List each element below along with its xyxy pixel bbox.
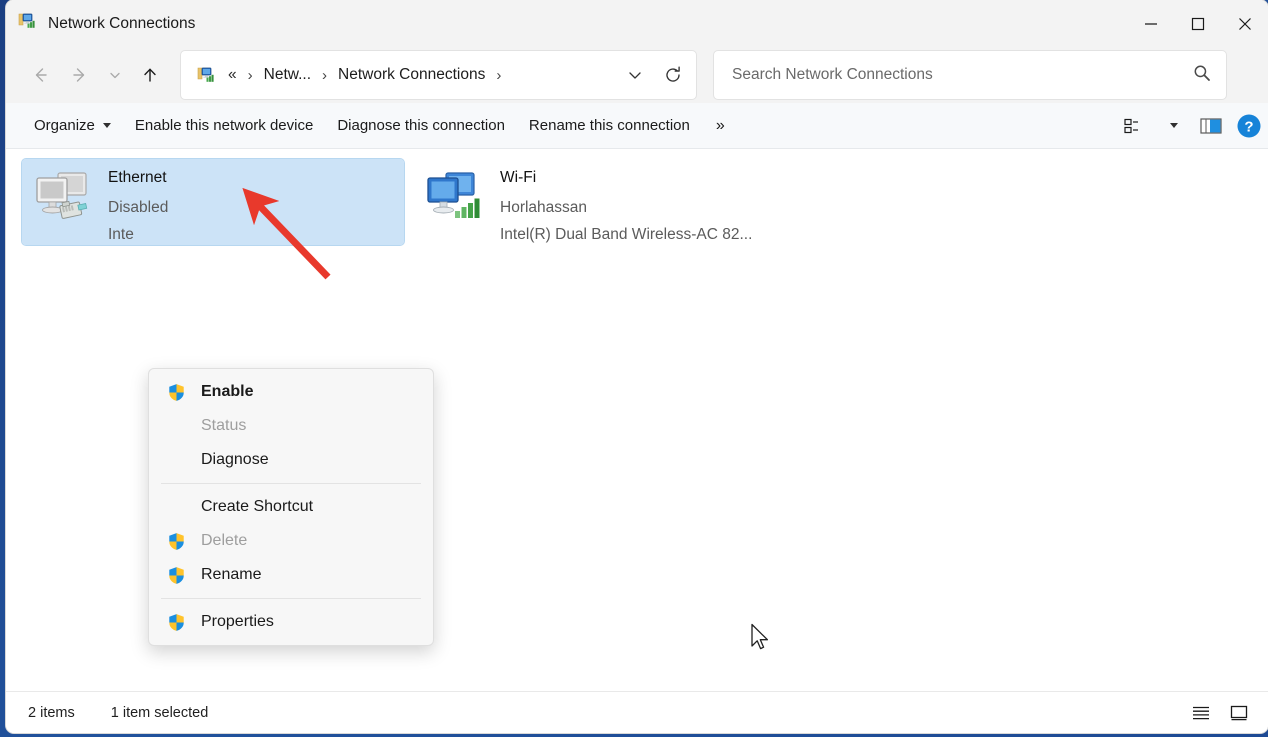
mouse-cursor — [751, 623, 769, 650]
list-item-wifi-adapter: Intel(R) Dual Band Wireless-AC 82... — [500, 226, 753, 243]
enable-network-device-button[interactable]: Enable this network device — [123, 110, 325, 141]
up-button[interactable] — [130, 56, 170, 94]
preview-pane-button[interactable] — [1192, 109, 1230, 143]
address-bar[interactable]: « › Netw... › Network Connections › — [180, 50, 697, 100]
context-menu-item-rename[interactable]: Rename — [149, 558, 433, 592]
organize-button[interactable]: Organize — [22, 110, 123, 141]
context-menu-item-diagnose-label: Diagnose — [201, 451, 269, 468]
list-item-wifi-status: Horlahassan — [500, 199, 588, 216]
view-options-button[interactable] — [1116, 109, 1154, 143]
large-icons-view-button[interactable] — [1222, 698, 1256, 728]
list-item-ethernet-name: Ethernet — [108, 169, 167, 186]
breadcrumb-separator-icon: › — [496, 66, 502, 84]
breadcrumb: « › Netw... › Network Connections › — [222, 62, 616, 88]
context-menu-item-delete-label: Delete — [201, 532, 248, 549]
command-overflow-button[interactable]: » — [702, 111, 739, 141]
close-button[interactable] — [1221, 0, 1268, 47]
caret-down-icon — [102, 123, 111, 128]
breadcrumb-item-network-connections[interactable]: Network Connections — [332, 62, 491, 88]
search-icon[interactable] — [1192, 63, 1212, 88]
shield-icon — [165, 613, 187, 632]
network-connections-icon — [18, 11, 38, 36]
context-menu-item-create-shortcut[interactable]: Create Shortcut — [149, 490, 433, 524]
enable-network-device-label: Enable this network device — [134, 117, 314, 134]
status-selection: 1 item selected — [110, 704, 209, 721]
command-bar: Organize Enable this network device Diag… — [6, 103, 1268, 149]
breadcrumb-separator-icon: › — [247, 66, 253, 84]
context-menu-item-status: Status — [149, 409, 433, 443]
context-menu-item-enable[interactable]: Enable — [149, 375, 433, 409]
file-explorer-window: Network Connections « › Netw... › Networ… — [6, 0, 1268, 733]
context-menu-separator — [161, 598, 421, 599]
context-menu-separator — [161, 483, 421, 484]
list-item-wifi-name: Wi-Fi — [500, 169, 537, 186]
list-item-ethernet-adapter: Inte — [108, 226, 134, 243]
shield-icon — [165, 383, 187, 402]
connections-list: Ethernet Disabled Inte Wi-Fi Horlahassan… — [6, 149, 1268, 691]
shield-icon — [165, 532, 187, 551]
minimize-button[interactable] — [1127, 0, 1174, 47]
context-menu-item-rename-label: Rename — [201, 566, 262, 583]
title-bar: Network Connections — [6, 0, 1268, 47]
refresh-icon[interactable] — [654, 55, 692, 95]
wifi-adapter-icon — [424, 167, 486, 234]
context-menu: Enable Status Diagnose Create Shortcut D… — [148, 368, 434, 646]
diagnose-connection-button[interactable]: Diagnose this connection — [325, 110, 517, 141]
context-menu-item-status-label: Status — [201, 417, 247, 434]
list-item-wifi-text: Wi-Fi Horlahassan Intel(R) Dual Band Wir… — [500, 167, 752, 248]
caret-down-glyph — [1169, 123, 1178, 128]
search-input[interactable] — [730, 65, 1192, 85]
context-menu-item-properties[interactable]: Properties — [149, 605, 433, 639]
status-bar: 2 items 1 item selected — [6, 691, 1268, 733]
list-item-ethernet-status: Disabled — [108, 199, 169, 216]
address-bar-network-icon — [197, 65, 217, 85]
context-menu-item-create-shortcut-label: Create Shortcut — [201, 498, 314, 515]
breadcrumb-overflow[interactable]: « — [222, 62, 243, 88]
ethernet-adapter-icon — [32, 167, 94, 234]
address-dropdown-chevron-down-icon[interactable] — [616, 55, 654, 95]
status-item-count: 2 items — [28, 704, 75, 721]
list-item-ethernet-text: Ethernet Disabled Inte — [108, 167, 168, 248]
title-bar-left: Network Connections — [6, 11, 195, 36]
details-view-button[interactable] — [1184, 698, 1218, 728]
window-controls — [1127, 0, 1268, 47]
navigation-bar: « › Netw... › Network Connections › — [6, 47, 1268, 103]
organize-label: Organize — [34, 117, 95, 134]
window-title: Network Connections — [48, 14, 196, 32]
diagnose-connection-label: Diagnose this connection — [337, 117, 505, 134]
context-menu-item-delete: Delete — [149, 524, 433, 558]
search-box[interactable] — [713, 50, 1227, 100]
forward-button[interactable] — [60, 56, 100, 94]
list-item-ethernet[interactable]: Ethernet Disabled Inte — [21, 158, 405, 248]
svg-text:?: ? — [1244, 118, 1253, 135]
list-item-wifi[interactable]: Wi-Fi Horlahassan Intel(R) Dual Band Wir… — [414, 159, 814, 245]
maximize-button[interactable] — [1174, 0, 1221, 47]
view-options-chevron-down-icon[interactable] — [1154, 109, 1192, 143]
context-menu-item-enable-label: Enable — [201, 383, 254, 400]
recent-locations-chevron-down-icon[interactable] — [100, 56, 130, 94]
breadcrumb-item-network[interactable]: Netw... — [258, 62, 317, 88]
breadcrumb-separator-icon: › — [322, 66, 328, 84]
rename-connection-label: Rename this connection — [528, 117, 690, 134]
rename-connection-button[interactable]: Rename this connection — [517, 110, 702, 141]
context-menu-item-properties-label: Properties — [201, 613, 274, 630]
help-button[interactable]: ? — [1230, 109, 1268, 143]
back-button[interactable] — [20, 56, 60, 94]
shield-icon — [165, 566, 187, 585]
context-menu-item-diagnose[interactable]: Diagnose — [149, 443, 433, 477]
